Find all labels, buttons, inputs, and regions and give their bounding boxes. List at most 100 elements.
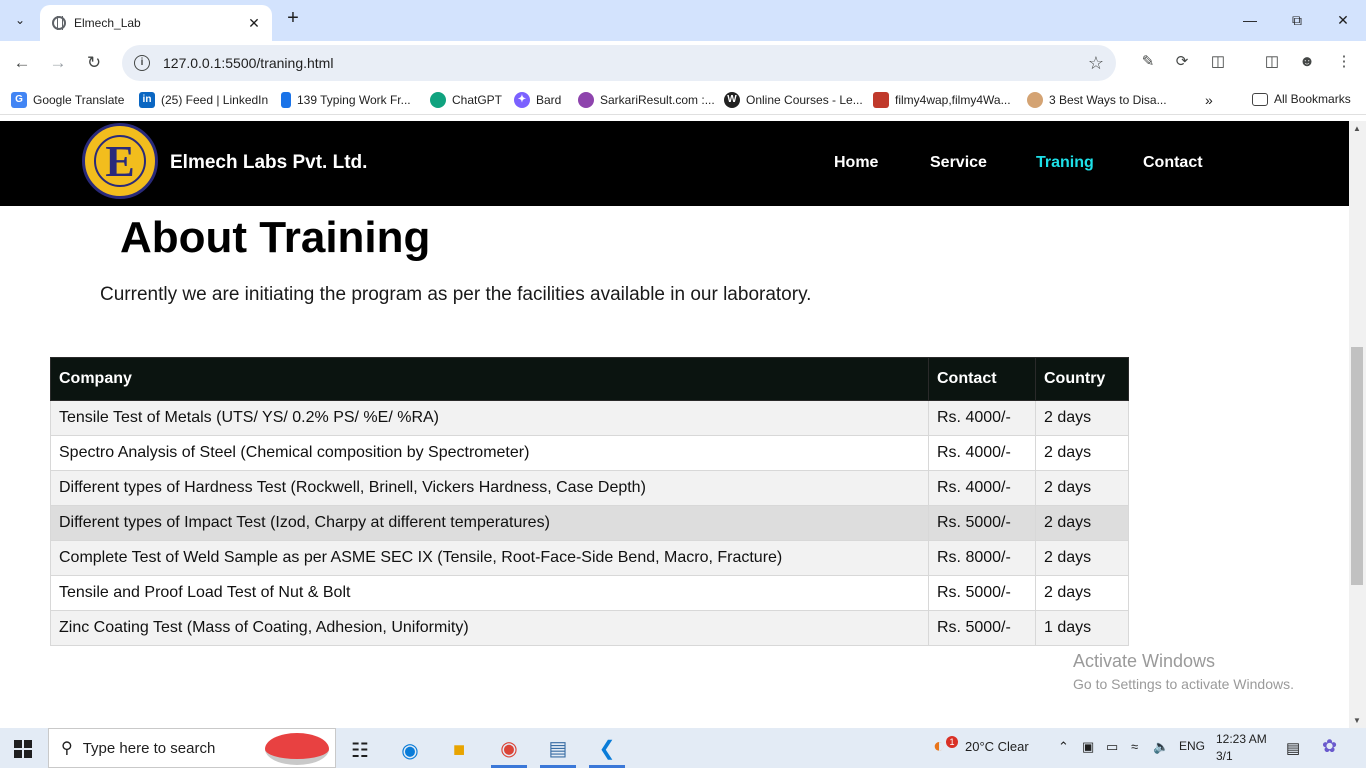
cell-course: Spectro Analysis of Steel (Chemical comp… bbox=[50, 435, 929, 471]
web-page: E Elmech Labs Pvt. Ltd. Home Service Tra… bbox=[0, 121, 1349, 728]
restore-icon[interactable]: ⧉ bbox=[1285, 8, 1309, 32]
copilot-icon[interactable]: ✿ bbox=[1322, 736, 1337, 757]
site-info-icon[interactable]: i bbox=[134, 55, 150, 71]
avatar-icon bbox=[1027, 92, 1043, 108]
wifi-icon[interactable]: ≈ bbox=[1131, 739, 1138, 754]
cell-course: Tensile Test of Metals (UTS/ YS/ 0.2% PS… bbox=[50, 400, 929, 436]
bookmark-linkedin[interactable]: in (25) Feed | LinkedIn bbox=[139, 92, 268, 108]
eyedropper-extension-icon[interactable]: ✎ bbox=[1137, 51, 1159, 73]
taskbar-search-box[interactable]: ⚲ Type here to search bbox=[48, 728, 336, 768]
meet-now-icon[interactable]: ▣ bbox=[1082, 739, 1094, 755]
table-row: Tensile and Proof Load Test of Nut & Bol… bbox=[50, 575, 1129, 611]
cell-course: Different types of Impact Test (Izod, Ch… bbox=[50, 505, 929, 541]
bookmark-best-ways[interactable]: 3 Best Ways to Disa... bbox=[1027, 92, 1167, 108]
menu-kebab-icon[interactable]: ⋮ bbox=[1333, 51, 1355, 73]
bookmark-filmy4wap[interactable]: filmy4wap,filmy4Wa... bbox=[873, 92, 1011, 108]
side-panel-icon[interactable]: ◫ bbox=[1261, 51, 1283, 73]
edge-icon[interactable]: ◉ bbox=[392, 732, 428, 768]
extensions-puzzle-icon[interactable]: ◫ bbox=[1207, 51, 1229, 73]
weather-text[interactable]: 20°C Clear bbox=[965, 739, 1029, 754]
header-company: Company bbox=[50, 357, 929, 401]
address-bar[interactable]: i 127.0.0.1:5500/traning.html ☆ bbox=[122, 45, 1116, 81]
header-contact: Contact bbox=[928, 357, 1036, 401]
bookmark-chatgpt[interactable]: ChatGPT bbox=[430, 92, 502, 108]
page-scrollbar[interactable]: ▲ ▼ bbox=[1349, 121, 1366, 728]
browser-tab[interactable]: Elmech_Lab ✕ bbox=[40, 5, 272, 41]
back-icon[interactable]: ← bbox=[10, 51, 34, 75]
minimize-icon[interactable]: — bbox=[1238, 8, 1262, 32]
tab-title: Elmech_Lab bbox=[74, 16, 141, 30]
windows-start-icon[interactable] bbox=[14, 740, 32, 758]
chatgpt-icon bbox=[430, 92, 446, 108]
reload-icon[interactable]: ↻ bbox=[82, 51, 106, 75]
close-window-icon[interactable]: ✕ bbox=[1331, 8, 1355, 32]
cell-price: Rs. 4000/- bbox=[928, 470, 1036, 506]
bookmark-star-icon[interactable]: ☆ bbox=[1088, 53, 1104, 74]
forward-icon[interactable]: → bbox=[46, 51, 70, 75]
google-translate-icon: G bbox=[11, 92, 27, 108]
task-view-icon[interactable]: ☷ bbox=[342, 732, 378, 768]
chrome-icon[interactable]: ◉ bbox=[491, 732, 527, 768]
cell-duration: 2 days bbox=[1035, 575, 1129, 611]
clock-time[interactable]: 12:23 AM bbox=[1216, 732, 1267, 746]
cell-course: Complete Test of Weld Sample as per ASME… bbox=[50, 540, 929, 576]
table-row: Complete Test of Weld Sample as per ASME… bbox=[50, 540, 1129, 576]
language-indicator[interactable]: ENG bbox=[1179, 739, 1205, 753]
search-placeholder: Type here to search bbox=[82, 739, 216, 757]
cell-duration: 2 days bbox=[1035, 540, 1129, 576]
brand-name: Elmech Labs Pvt. Ltd. bbox=[170, 152, 368, 173]
vscode-icon[interactable]: ❮ bbox=[589, 732, 625, 768]
activate-windows-watermark: Activate Windows Go to Settings to activ… bbox=[1073, 651, 1294, 692]
scrollbar-thumb[interactable] bbox=[1351, 347, 1363, 585]
table-row: Different types of Hardness Test (Rockwe… bbox=[50, 470, 1129, 506]
nav-training[interactable]: Traning bbox=[1036, 154, 1094, 172]
watermark-title: Activate Windows bbox=[1073, 651, 1216, 671]
tab-search-chevron-icon[interactable]: ⌄ bbox=[8, 8, 32, 32]
table-row: Spectro Analysis of Steel (Chemical comp… bbox=[50, 435, 1129, 471]
cell-duration: 2 days bbox=[1035, 435, 1129, 471]
close-tab-icon[interactable]: ✕ bbox=[246, 15, 262, 32]
battery-icon[interactable]: ▭ bbox=[1106, 739, 1118, 755]
table-row: Zinc Coating Test (Mass of Coating, Adhe… bbox=[50, 610, 1129, 646]
cell-course: Tensile and Proof Load Test of Nut & Bol… bbox=[50, 575, 929, 611]
cell-duration: 2 days bbox=[1035, 400, 1129, 436]
all-bookmarks-button[interactable]: All Bookmarks bbox=[1252, 92, 1351, 106]
weather-badge: 1 bbox=[946, 736, 958, 748]
bookmark-sarkariresult[interactable]: SarkariResult.com :... bbox=[578, 92, 715, 108]
cell-price: Rs. 5000/- bbox=[928, 610, 1036, 646]
browser-tab-bar: ⌄ Elmech_Lab ✕ + — ⧉ ✕ bbox=[0, 0, 1366, 41]
file-explorer-icon[interactable]: ■ bbox=[441, 732, 477, 768]
bookmark-typing-work[interactable]: 139 Typing Work Fr... bbox=[281, 92, 411, 108]
page-title: About Training bbox=[120, 213, 431, 262]
bookmark-google-translate[interactable]: G Google Translate bbox=[11, 92, 124, 108]
show-hidden-icons-chevron-icon[interactable]: ⌃ bbox=[1058, 739, 1069, 755]
weather-icon[interactable]: ◐ bbox=[933, 735, 945, 758]
volume-icon[interactable]: 🔈 bbox=[1153, 739, 1169, 755]
sync-extension-icon[interactable]: ⟳ bbox=[1171, 51, 1193, 73]
site-header: E Elmech Labs Pvt. Ltd. Home Service Tra… bbox=[0, 121, 1349, 206]
scroll-up-arrow-icon[interactable]: ▲ bbox=[1353, 124, 1361, 133]
table-row: Different types of Impact Test (Izod, Ch… bbox=[50, 505, 1129, 541]
globe-icon bbox=[52, 16, 66, 30]
more-bookmarks-chevron-icon[interactable]: » bbox=[1205, 92, 1213, 108]
search-icon: ⚲ bbox=[61, 740, 73, 757]
remote-desktop-icon[interactable]: ▤ bbox=[540, 732, 576, 768]
scroll-down-arrow-icon[interactable]: ▼ bbox=[1353, 716, 1361, 725]
table-row: Tensile Test of Metals (UTS/ YS/ 0.2% PS… bbox=[50, 400, 1129, 436]
nav-contact[interactable]: Contact bbox=[1143, 154, 1203, 172]
nav-service[interactable]: Service bbox=[930, 154, 987, 172]
nav-home[interactable]: Home bbox=[834, 154, 878, 172]
table-header-row: Company Contact Country bbox=[50, 357, 1129, 401]
clock-date[interactable]: 3/1 bbox=[1216, 749, 1233, 763]
elmech-logo[interactable]: E bbox=[82, 123, 158, 199]
notifications-icon[interactable]: ▤ bbox=[1286, 739, 1300, 757]
linkedin-icon: in bbox=[139, 92, 155, 108]
url-text[interactable]: 127.0.0.1:5500/traning.html bbox=[163, 55, 1088, 71]
intro-text: Currently we are initiating the program … bbox=[100, 284, 812, 305]
bookmark-bard[interactable]: ✦ Bard bbox=[514, 92, 561, 108]
profile-avatar-icon[interactable]: ☻ bbox=[1296, 51, 1318, 73]
cell-price: Rs. 5000/- bbox=[928, 505, 1036, 541]
bookmarks-bar: G Google Translate in (25) Feed | Linked… bbox=[0, 85, 1366, 115]
new-tab-button[interactable]: + bbox=[282, 8, 304, 30]
bookmark-online-courses[interactable]: W Online Courses - Le... bbox=[724, 92, 863, 108]
